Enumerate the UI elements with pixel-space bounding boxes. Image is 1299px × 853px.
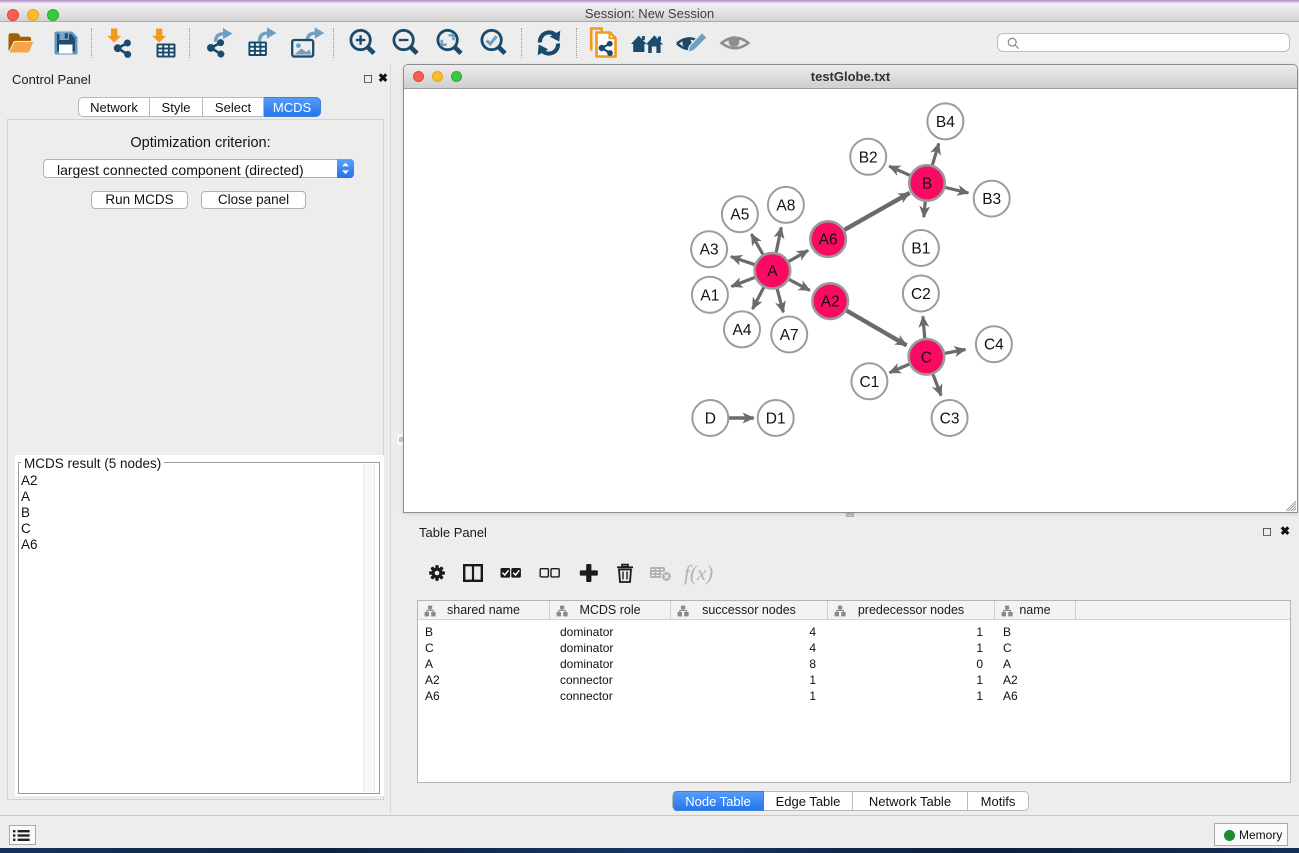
svg-text:A3: A3	[700, 242, 719, 259]
svg-text:B3: B3	[982, 191, 1001, 208]
svg-text:B: B	[922, 176, 932, 193]
svg-text:C4: C4	[984, 337, 1004, 354]
svg-text:A8: A8	[776, 197, 795, 214]
svg-text:A2: A2	[821, 294, 840, 311]
svg-text:A5: A5	[730, 207, 749, 224]
svg-text:A4: A4	[733, 322, 752, 339]
svg-text:B2: B2	[859, 149, 878, 166]
svg-text:C2: C2	[911, 286, 931, 303]
svg-text:A7: A7	[780, 327, 799, 344]
svg-text:C3: C3	[940, 411, 960, 428]
svg-text:C1: C1	[859, 374, 879, 391]
svg-text:D1: D1	[766, 411, 786, 428]
svg-text:A1: A1	[700, 287, 719, 304]
svg-text:C: C	[921, 349, 932, 366]
svg-text:B4: B4	[936, 114, 955, 131]
svg-text:B1: B1	[911, 241, 930, 258]
svg-text:A: A	[767, 263, 778, 280]
svg-text:A6: A6	[819, 232, 838, 249]
svg-text:D: D	[705, 411, 716, 428]
